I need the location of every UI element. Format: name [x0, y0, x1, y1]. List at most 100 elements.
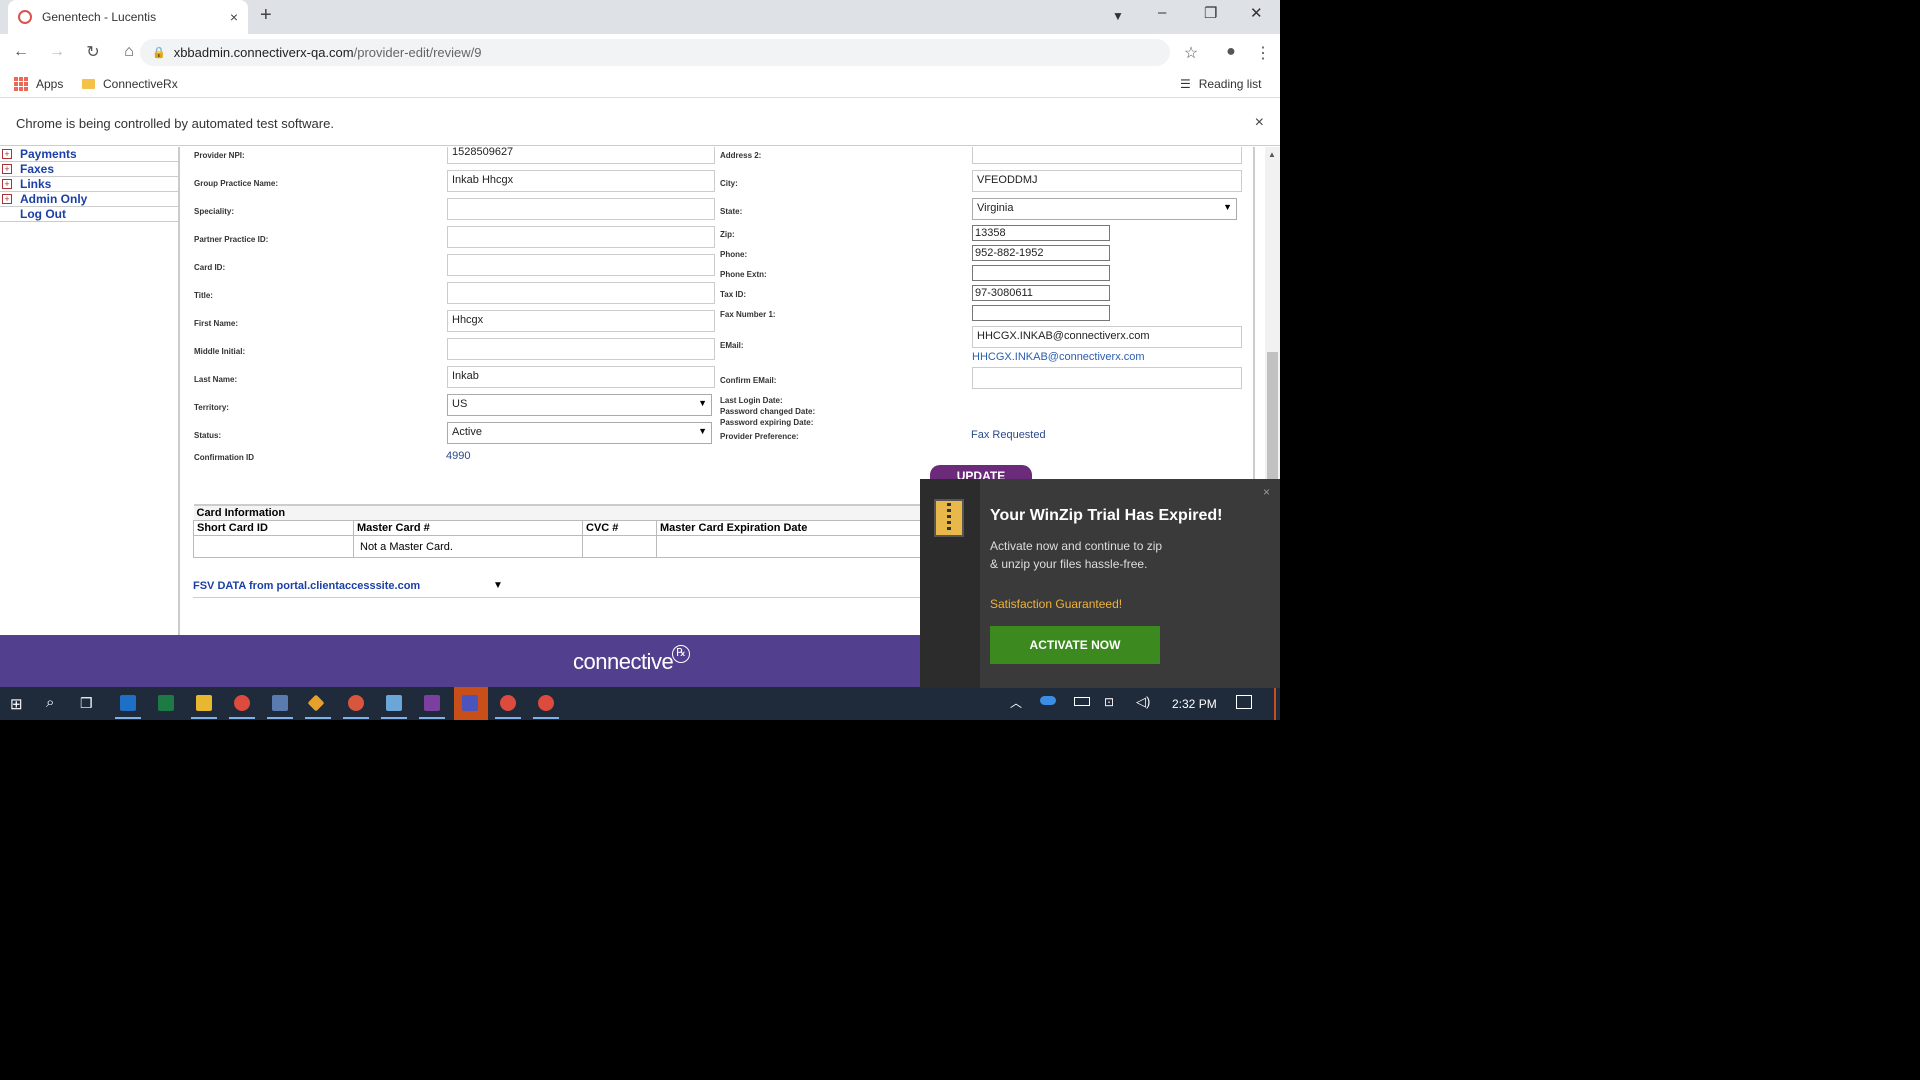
screen: Genentech - Lucentis × + ▼ – ❐ ✕ ← → ↻ ⌂…: [0, 0, 1280, 720]
zip-field[interactable]: 13358: [972, 225, 1110, 241]
chevron-down-icon: ▼: [1223, 202, 1232, 212]
infobar-close-icon[interactable]: ×: [1255, 114, 1264, 132]
windows-start-icon[interactable]: ⊞: [10, 695, 23, 713]
apps-grid-icon: [14, 77, 28, 91]
confirm-email-label: Confirm EMail:: [720, 376, 777, 385]
provider-npi-field[interactable]: 1528509627: [447, 147, 715, 164]
onenote-icon[interactable]: [424, 695, 440, 711]
browser-tab[interactable]: Genentech - Lucentis ×: [8, 0, 248, 34]
app-icon[interactable]: [272, 695, 288, 711]
url-path: /provider-edit/review/9: [353, 45, 482, 60]
card-id-field[interactable]: [447, 254, 715, 276]
teams-icon[interactable]: [462, 695, 478, 711]
excel-icon[interactable]: [158, 695, 174, 711]
tax-id-field[interactable]: 97-3080611: [972, 285, 1110, 301]
outlook-icon[interactable]: [120, 695, 136, 711]
infobar-text: Chrome is being controlled by automated …: [16, 116, 334, 131]
tab-strip: Genentech - Lucentis × + ▼ – ❐ ✕: [0, 0, 1280, 34]
close-window-icon[interactable]: ✕: [1250, 4, 1263, 22]
first-name-field[interactable]: Hhcgx: [447, 310, 715, 332]
tab-close-icon[interactable]: ×: [230, 9, 238, 25]
chrome-icon[interactable]: [234, 695, 250, 711]
expand-icon[interactable]: +: [2, 194, 12, 204]
password-expiring-label: Password expiring Date:: [720, 418, 814, 427]
winzip-close-icon[interactable]: ×: [1263, 485, 1270, 499]
back-icon[interactable]: ←: [6, 43, 36, 61]
bookmark-apps[interactable]: Apps: [14, 77, 63, 91]
caret-down-icon[interactable]: ▼: [493, 580, 503, 591]
profile-icon[interactable]: ●: [1216, 43, 1246, 61]
zip-label: Zip:: [720, 230, 735, 239]
chrome-icon[interactable]: [538, 695, 554, 711]
show-desktop-edge[interactable]: [1274, 687, 1276, 720]
card-info-table: Card Information Short Card ID Master Ca…: [193, 504, 993, 558]
app-icon[interactable]: [307, 694, 325, 712]
email-field[interactable]: HHCGX.INKAB@connectiverx.com: [972, 326, 1242, 348]
territory-label: Territory:: [194, 403, 229, 412]
task-view-icon[interactable]: ❒: [80, 695, 93, 712]
network-icon[interactable]: ⊡: [1104, 695, 1114, 709]
speciality-field[interactable]: [447, 198, 715, 220]
city-field[interactable]: VFEODDMJ: [972, 170, 1242, 192]
activate-now-button[interactable]: ACTIVATE NOW: [990, 626, 1160, 664]
address-bar[interactable]: 🔒 xbbadmin.connectiverx-qa.com/provider-…: [140, 39, 1170, 66]
app-icon[interactable]: [348, 695, 364, 711]
nav-label: Payments: [20, 147, 77, 161]
phone-field[interactable]: 952-882-1952: [972, 245, 1110, 261]
partner-practice-field[interactable]: [447, 226, 715, 248]
file-explorer-icon[interactable]: [196, 695, 212, 711]
onedrive-icon[interactable]: [1040, 696, 1056, 705]
app-icon[interactable]: [386, 695, 402, 711]
state-select[interactable]: Virginia ▼: [972, 198, 1237, 220]
reload-icon[interactable]: ↻: [78, 42, 108, 62]
email-link[interactable]: HHCGX.INKAB@connectiverx.com: [972, 351, 1145, 363]
fax1-field[interactable]: [972, 305, 1110, 321]
restore-icon[interactable]: ❐: [1204, 4, 1217, 22]
winzip-body: Activate now and continue to zip & unzip…: [990, 539, 1163, 571]
expand-icon[interactable]: +: [2, 149, 12, 159]
nav-item-payments[interactable]: + Payments: [0, 147, 178, 162]
middle-initial-label: Middle Initial:: [194, 347, 246, 356]
expand-icon[interactable]: +: [2, 179, 12, 189]
notifications-icon[interactable]: [1236, 695, 1252, 709]
reading-list[interactable]: ☰ Reading list: [1180, 77, 1261, 91]
bookmarks-bar: Apps ConnectiveRx ☰ Reading list: [0, 70, 1280, 98]
new-tab-button[interactable]: +: [260, 4, 272, 27]
phone-extn-field[interactable]: [972, 265, 1110, 281]
forward-icon[interactable]: →: [42, 43, 72, 61]
taskbar-indicator: [343, 717, 369, 719]
taskbar-indicator: [115, 717, 141, 719]
nav-item-admin-only[interactable]: + Admin Only: [0, 192, 178, 207]
menu-icon[interactable]: ⋮: [1248, 43, 1278, 63]
status-select[interactable]: Active ▼: [447, 422, 712, 444]
minimize-icon[interactable]: –: [1158, 4, 1166, 21]
confirm-email-field[interactable]: [972, 367, 1242, 389]
star-icon[interactable]: ☆: [1176, 43, 1206, 63]
territory-select[interactable]: US ▼: [447, 394, 712, 416]
chrome-icon[interactable]: [500, 695, 516, 711]
nav-item-logout[interactable]: Log Out: [0, 207, 178, 222]
scroll-up-icon[interactable]: ▲: [1268, 150, 1276, 159]
group-practice-field[interactable]: Inkab Hhcgx: [447, 170, 715, 192]
nav-label: Faxes: [20, 162, 55, 176]
title-field[interactable]: [447, 282, 715, 304]
tab-search-icon[interactable]: ▼: [1112, 9, 1124, 23]
address2-field[interactable]: [972, 147, 1242, 164]
last-name-field[interactable]: Inkab: [447, 366, 715, 388]
volume-icon[interactable]: ◁): [1136, 694, 1150, 710]
expand-icon[interactable]: +: [2, 164, 12, 174]
card-id-label: Card ID:: [194, 263, 226, 272]
bookmark-connectiverx[interactable]: ConnectiveRx: [82, 77, 178, 91]
windows-taskbar: ⊞ ⌕ ❒ ︿ ⊡ ◁) 2:32 PM: [0, 687, 1280, 720]
fsv-data-toggle[interactable]: FSV DATA from portal.clientaccesssite.co…: [193, 578, 993, 598]
tab-title: Genentech - Lucentis: [42, 10, 157, 24]
nav-item-faxes[interactable]: + Faxes: [0, 162, 178, 177]
tray-chevron-icon[interactable]: ︿: [1010, 694, 1022, 711]
confirmation-label: Confirmation ID: [194, 453, 254, 462]
nav-item-links[interactable]: + Links: [0, 177, 178, 192]
middle-initial-field[interactable]: [447, 338, 715, 360]
battery-icon[interactable]: [1074, 697, 1090, 706]
territory-value: US: [452, 398, 468, 410]
search-icon[interactable]: ⌕: [46, 694, 54, 711]
taskbar-clock[interactable]: 2:32 PM: [1172, 697, 1217, 711]
